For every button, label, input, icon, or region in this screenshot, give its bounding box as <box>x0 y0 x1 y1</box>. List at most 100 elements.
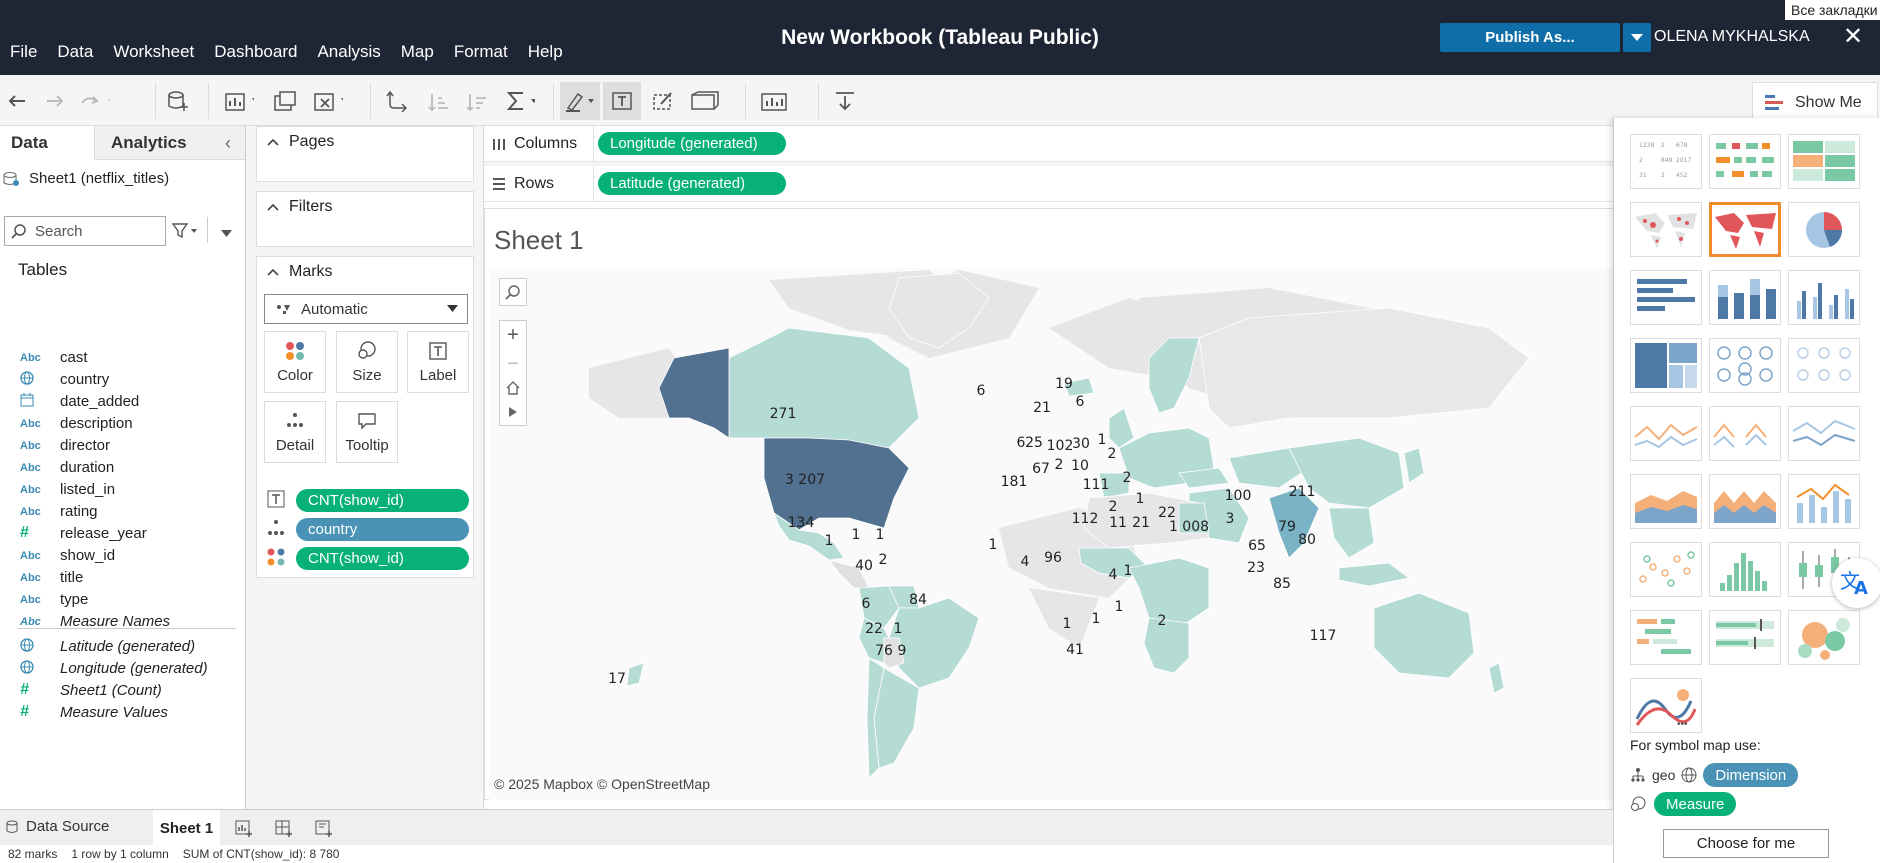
close-icon[interactable]: ✕ <box>1843 25 1863 49</box>
chevron-up-icon[interactable] <box>267 138 279 146</box>
translate-icon[interactable]: 文A <box>1832 558 1880 608</box>
packed-bubbles-thumb[interactable] <box>1788 610 1860 665</box>
clear-sheet-icon[interactable] <box>313 86 343 116</box>
collapse-pane-icon[interactable]: ‹ <box>225 133 231 154</box>
pie-chart-thumb[interactable] <box>1788 202 1860 257</box>
field-measure-values[interactable]: # Measure Values <box>20 699 168 725</box>
country-detail-pill[interactable]: country <box>296 518 469 541</box>
latitude-pill[interactable]: Latitude (generated) <box>598 172 786 195</box>
publish-dropdown-button[interactable] <box>1623 23 1651 52</box>
map-view[interactable]: 271 3 207 134 1 1 1 40 2 6 84 22 1 76 9 17 6 19 21 6 6 25 102… <box>489 268 1615 800</box>
field-measure-names[interactable]: Abc Measure Names <box>20 608 170 634</box>
symbol-map-thumb[interactable] <box>1630 202 1702 257</box>
sort-descending-icon[interactable] <box>462 86 492 116</box>
user-name[interactable]: OLENA MYKHALSKA <box>1654 28 1810 46</box>
map-label-finland: 6 <box>1076 394 1085 410</box>
pages-label: Pages <box>289 133 335 150</box>
new-story-icon[interactable] <box>314 818 334 842</box>
menu-map[interactable]: Map <box>391 42 444 62</box>
sort-ascending-icon[interactable] <box>424 86 454 116</box>
fit-icon[interactable] <box>690 86 720 116</box>
choose-for-me-button[interactable]: Choose for me <box>1663 829 1829 858</box>
menu-worksheet[interactable]: Worksheet <box>103 42 204 62</box>
circle-views-thumb[interactable] <box>1709 338 1781 393</box>
longitude-pill[interactable]: Longitude (generated) <box>598 132 786 155</box>
stacked-bars-thumb[interactable] <box>1709 270 1781 325</box>
scatter-plot-thumb[interactable] <box>1630 542 1702 597</box>
menu-help[interactable]: Help <box>518 42 573 62</box>
sheet-1-tab[interactable]: Sheet 1 <box>153 810 220 846</box>
lines-continuous-thumb[interactable] <box>1630 406 1702 461</box>
undo-icon[interactable] <box>2 86 32 116</box>
treemap-thumb[interactable] <box>1630 338 1702 393</box>
pane-menu-chevron-down-icon[interactable] <box>221 226 233 243</box>
pan-arrow-icon[interactable] <box>508 405 518 422</box>
map-search-icon[interactable] <box>499 278 527 306</box>
map-label-china: 100 <box>1225 488 1252 504</box>
show-mark-labels-icon[interactable] <box>607 86 637 116</box>
totals-icon[interactable] <box>505 86 535 116</box>
map-attribution[interactable]: © 2025 Mapbox © OpenStreetMap <box>494 776 710 792</box>
cnt-show-id-label-pill[interactable]: CNT(show_id) <box>296 489 469 512</box>
swap-rows-columns-icon[interactable] <box>382 86 412 116</box>
label-button[interactable]: Label <box>407 331 469 393</box>
menu-format[interactable]: Format <box>444 42 518 62</box>
color-button[interactable]: Color <box>264 331 326 393</box>
dual-lines-alt-thumb[interactable]: ••• <box>1630 678 1702 733</box>
mark-type-dropdown[interactable]: Automatic <box>264 294 468 324</box>
area-discrete-thumb[interactable] <box>1709 474 1781 529</box>
dual-lines-thumb[interactable] <box>1788 406 1860 461</box>
replay-icon[interactable] <box>80 86 110 116</box>
filled-map-thumb[interactable] <box>1709 202 1781 257</box>
zoom-out-icon[interactable]: − <box>507 353 519 376</box>
filter-icon[interactable] <box>171 222 200 244</box>
lines-discrete-thumb[interactable] <box>1709 406 1781 461</box>
zoom-in-icon[interactable]: + <box>507 324 519 347</box>
menu-dashboard[interactable]: Dashboard <box>204 42 307 62</box>
area-continuous-thumb[interactable] <box>1630 474 1702 529</box>
cnt-show-id-color-pill[interactable]: CNT(show_id) <box>296 547 469 570</box>
gantt-chart-thumb[interactable] <box>1630 610 1702 665</box>
detail-button[interactable]: Detail <box>264 401 326 463</box>
data-source-tab[interactable]: Data Source <box>6 818 109 835</box>
data-source-item[interactable]: Sheet1 (netflix_titles) <box>3 170 169 187</box>
new-dashboard-icon[interactable] <box>274 818 294 842</box>
pages-card[interactable]: Pages <box>256 126 474 182</box>
search-placeholder: Search <box>35 222 83 240</box>
filters-card[interactable]: Filters <box>256 191 474 247</box>
highlight-icon[interactable] <box>564 86 594 116</box>
menu-file[interactable]: File <box>0 42 47 62</box>
horizontal-bars-thumb[interactable] <box>1630 270 1702 325</box>
menu-analysis[interactable]: Analysis <box>307 42 390 62</box>
menu-data[interactable]: Data <box>47 42 103 62</box>
new-worksheet-icon[interactable] <box>224 86 254 116</box>
presentation-mode-icon[interactable] <box>760 86 790 116</box>
duplicate-sheet-icon[interactable] <box>270 86 300 116</box>
columns-shelf[interactable]: Columns Longitude (generated) <box>484 126 1614 162</box>
new-worksheet-tab-icon[interactable] <box>234 818 254 842</box>
size-button[interactable]: Size <box>336 331 398 393</box>
redo-icon[interactable] <box>40 86 70 116</box>
tab-data[interactable]: Data <box>0 126 95 160</box>
side-by-side-circles-thumb[interactable] <box>1788 338 1860 393</box>
dual-combination-thumb[interactable] <box>1788 474 1860 529</box>
tab-analytics[interactable]: Analytics <box>95 126 245 160</box>
publish-as-button[interactable]: Publish As... <box>1440 23 1620 52</box>
rows-shelf[interactable]: Rows Latitude (generated) <box>484 166 1614 202</box>
new-data-source-icon[interactable] <box>163 86 193 116</box>
tooltip-button[interactable]: Tooltip <box>336 401 398 463</box>
text-table-thumb[interactable]: 1238 2 678 2 849 2017 31 2 452 <box>1630 134 1702 189</box>
heat-map-thumb[interactable] <box>1709 134 1781 189</box>
chevron-up-icon[interactable] <box>267 268 279 276</box>
bullet-graph-thumb[interactable] <box>1709 610 1781 665</box>
share-download-icon[interactable] <box>830 86 860 116</box>
bookmarks-bar-label[interactable]: Все закладки <box>1785 0 1880 20</box>
chevron-up-icon[interactable] <box>267 203 279 211</box>
histogram-thumb[interactable] <box>1709 542 1781 597</box>
format-workbook-icon[interactable] <box>648 86 678 116</box>
home-icon[interactable] <box>506 381 520 399</box>
show-me-button[interactable]: Show Me <box>1752 82 1878 122</box>
highlight-table-thumb[interactable] <box>1788 134 1860 189</box>
search-field[interactable]: Search <box>4 216 166 246</box>
side-by-side-bars-thumb[interactable] <box>1788 270 1860 325</box>
